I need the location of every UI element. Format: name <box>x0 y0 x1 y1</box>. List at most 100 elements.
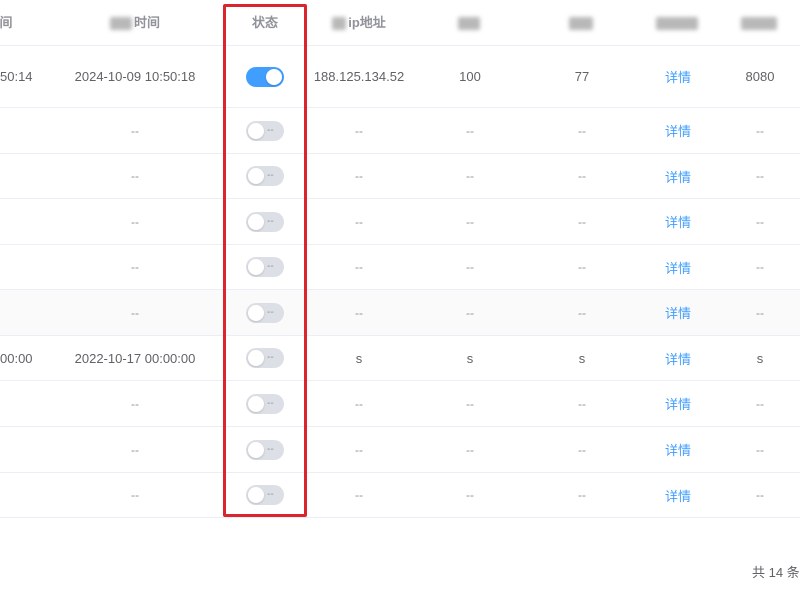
port-cell-text: -- <box>756 305 764 320</box>
time-partial-cell <box>0 427 50 472</box>
details-link[interactable]: 详情 <box>665 67 691 86</box>
toggle-knob <box>248 395 264 412</box>
time-cell-text: -- <box>131 169 139 183</box>
col5-cell-text: -- <box>466 396 474 411</box>
ip-cell-text: -- <box>355 260 363 274</box>
time-cell: -- <box>60 290 210 335</box>
details-link[interactable]: 详情 <box>665 394 691 413</box>
status-toggle[interactable]: -- <box>246 348 284 368</box>
status-toggle[interactable] <box>246 66 284 87</box>
header-status: 状态 <box>226 0 304 46</box>
col6-cell-text: s <box>578 350 586 366</box>
col6-cell: -- <box>527 473 637 517</box>
port-cell: -- <box>730 290 790 335</box>
time-cell-text: -- <box>131 396 139 411</box>
port-cell-text: -- <box>756 442 764 457</box>
details-link[interactable]: 详情 <box>665 167 691 186</box>
toggle-text: -- <box>267 170 274 181</box>
status-cell: -- <box>226 427 304 472</box>
time-partial-cell <box>0 154 50 198</box>
time-cell: 2022-10-17 00:00:00 <box>60 336 210 380</box>
link-cell: 详情 <box>637 46 719 107</box>
col6-cell-text: -- <box>578 123 586 138</box>
status-toggle[interactable]: -- <box>246 166 284 186</box>
status-cell: -- <box>226 199 304 244</box>
ip-cell-text: -- <box>355 488 363 502</box>
time-cell-text: 2022-10-17 00:00:00 <box>74 350 196 366</box>
details-link[interactable]: 详情 <box>665 212 691 231</box>
toggle-knob <box>248 259 264 275</box>
table-row: 00:00 2022-10-17 00:00:00 -- s s s 详情 s <box>0 336 800 381</box>
link-cell: 详情 <box>637 199 719 244</box>
status-cell: -- <box>226 154 304 198</box>
table-row: 50:14 2024-10-09 10:50:18 188.125.134.52 10… <box>0 46 800 108</box>
status-cell <box>226 46 304 107</box>
ip-cell: s <box>305 336 413 380</box>
time-partial-cell <box>0 245 50 289</box>
status-cell: -- <box>226 381 304 426</box>
time-cell-text: -- <box>131 488 139 502</box>
col5-cell-text: -- <box>466 488 474 502</box>
table-row: -- -- -- -- -- 详情 -- <box>0 245 800 290</box>
status-toggle[interactable]: -- <box>246 439 284 460</box>
time-partial-cell-text: 50:14 <box>0 69 33 84</box>
col6-cell: -- <box>527 154 637 198</box>
col6-cell: -- <box>527 427 637 472</box>
status-toggle[interactable]: -- <box>246 257 284 277</box>
port-cell-text: 8080 <box>745 69 775 84</box>
time-cell: -- <box>60 427 210 472</box>
time-cell-text: -- <box>131 123 139 138</box>
ip-cell: -- <box>305 245 413 289</box>
toggle-knob <box>248 122 264 139</box>
status-toggle[interactable]: -- <box>246 120 284 141</box>
col5-cell: -- <box>413 199 527 244</box>
table-row: -- -- -- -- -- 详情 -- <box>0 154 800 199</box>
time-cell-text: -- <box>131 214 139 229</box>
toggle-text: -- <box>267 443 274 455</box>
details-link[interactable]: 详情 <box>665 121 691 140</box>
col5-cell: -- <box>413 427 527 472</box>
time-cell-text: -- <box>131 442 139 457</box>
col6-cell-text: -- <box>578 169 586 183</box>
details-link[interactable]: 详情 <box>665 303 691 322</box>
status-toggle[interactable]: -- <box>246 485 284 505</box>
toggle-knob <box>248 441 264 458</box>
toggle-text: -- <box>267 124 274 136</box>
table-row: -- -- -- -- -- 详情 -- <box>0 199 800 245</box>
header-ip-label: ip地址 <box>348 15 386 30</box>
time-cell: -- <box>60 473 210 517</box>
details-link[interactable]: 详情 <box>665 486 691 505</box>
col6-cell: -- <box>527 290 637 335</box>
col6-cell: -- <box>527 245 637 289</box>
status-cell: -- <box>226 290 304 335</box>
time-partial-cell-text: 00:00 <box>0 350 33 366</box>
table-row: -- -- -- -- -- 详情 -- <box>0 381 800 427</box>
link-cell: 详情 <box>637 473 719 517</box>
status-cell: -- <box>226 108 304 153</box>
table-row: -- -- -- -- -- 详情 -- <box>0 427 800 473</box>
col5-cell-text: 100 <box>459 69 481 84</box>
link-cell: 详情 <box>637 381 719 426</box>
col6-cell-text: -- <box>578 305 586 320</box>
time-partial-cell <box>0 381 50 426</box>
details-link[interactable]: 详情 <box>665 440 691 459</box>
port-cell-text: -- <box>756 214 764 229</box>
status-toggle[interactable]: -- <box>246 211 284 232</box>
table-row: -- -- -- -- -- 详情 -- <box>0 290 800 336</box>
ip-cell-text: -- <box>355 169 363 183</box>
port-cell-text: s <box>756 350 764 366</box>
header-partial-label: 间 <box>0 15 13 30</box>
status-toggle[interactable]: -- <box>246 393 284 414</box>
header-time: 时间 <box>60 0 210 46</box>
details-link[interactable]: 详情 <box>665 258 691 277</box>
header-link <box>637 0 719 46</box>
status-toggle[interactable]: -- <box>246 302 284 323</box>
status-cell: -- <box>226 473 304 517</box>
toggle-text: -- <box>267 215 274 227</box>
port-cell-text: -- <box>756 488 764 502</box>
time-partial-cell <box>0 199 50 244</box>
details-link[interactable]: 详情 <box>665 349 691 368</box>
toggle-knob <box>248 168 264 184</box>
port-cell: -- <box>730 154 790 198</box>
col5-cell-text: -- <box>466 305 474 320</box>
